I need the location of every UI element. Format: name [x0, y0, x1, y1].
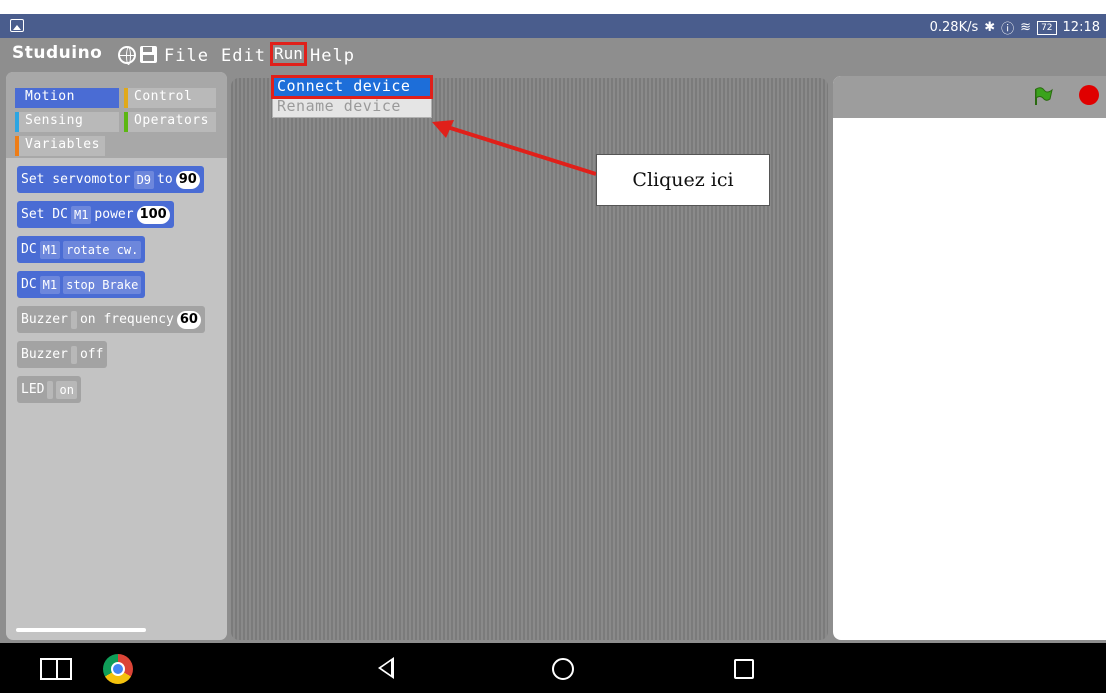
palette-scrollbar[interactable] [16, 628, 146, 632]
menu-help[interactable]: Help [310, 46, 355, 66]
block-text: DC [21, 277, 37, 292]
annotation-arrow [432, 120, 597, 176]
block-led[interactable]: LED on [17, 376, 81, 403]
block-buzzer-off[interactable]: Buzzer off [17, 341, 108, 368]
category-operators[interactable]: Operators [124, 112, 216, 132]
value-input[interactable]: 100 [136, 205, 170, 224]
block-dc-rotate[interactable]: DC M1 rotate cw. [17, 236, 146, 263]
alarm-icon: ⓘ [1001, 22, 1015, 37]
block-buzzer-on[interactable]: Buzzer on frequency 60 [17, 306, 205, 333]
menu-edit[interactable]: Edit [221, 46, 266, 66]
stage-panel [833, 76, 1106, 640]
block-text: DC [21, 242, 37, 257]
port-dropdown[interactable]: M1 [39, 275, 61, 294]
document-caption-fragment [0, 0, 1106, 14]
block-palette: Motion Control Sensing Operators Variabl… [6, 72, 227, 640]
category-control[interactable]: Control [124, 88, 216, 108]
category-variables[interactable]: Variables [15, 136, 105, 156]
chrome-icon[interactable] [103, 654, 133, 684]
studuino-app: Studuino File Edit Run Help Motion Contr… [0, 38, 1106, 643]
block-set-dc-power[interactable]: Set DC M1 power 100 [17, 201, 174, 228]
split-screen-icon[interactable] [40, 658, 72, 680]
category-motion[interactable]: Motion [15, 88, 119, 108]
block-text: Set DC [21, 207, 68, 222]
port-dropdown[interactable]: D9 [133, 170, 155, 189]
connect-device-item[interactable]: Connect device [271, 75, 433, 99]
studuino-logo: Studuino [12, 43, 103, 63]
block-text: on frequency [79, 312, 174, 327]
language-globe-icon[interactable] [118, 46, 136, 65]
gallery-notification-icon [10, 19, 24, 32]
block-set-servomotor[interactable]: Set servomotor D9 to 90 [17, 166, 204, 193]
block-dc-stop[interactable]: DC M1 stop Brake [17, 271, 146, 298]
wifi-icon: ≋ [1020, 20, 1032, 35]
block-text: LED [21, 382, 45, 397]
category-sensing[interactable]: Sensing [15, 112, 119, 132]
block-text: Set servomotor [21, 172, 131, 187]
block-text: to [157, 172, 173, 187]
overview-icon[interactable] [734, 659, 754, 679]
menu-file[interactable]: File [164, 46, 209, 66]
stop-mode-dropdown[interactable]: stop Brake [63, 275, 142, 294]
port-dropdown[interactable] [70, 345, 77, 364]
home-icon[interactable] [552, 658, 574, 680]
state-dropdown[interactable]: on [56, 380, 77, 399]
network-speed: 0.28K/s [929, 20, 979, 35]
battery-icon: 72 [1037, 20, 1057, 35]
stage-toolbar [833, 76, 1106, 118]
category-selector: Motion Control Sensing Operators Variabl… [6, 72, 227, 158]
save-icon[interactable] [140, 46, 157, 63]
port-dropdown[interactable] [47, 380, 54, 399]
green-flag-icon[interactable] [1033, 86, 1053, 106]
back-icon[interactable] [378, 657, 394, 679]
direction-dropdown[interactable]: rotate cw. [63, 240, 142, 259]
clock: 12:18 [1062, 20, 1100, 35]
android-status-bar: 0.28K/s ✱ ⓘ ≋ 72 12:18 [0, 14, 1106, 38]
block-text: Buzzer [21, 347, 68, 362]
menu-run[interactable]: Run [270, 42, 307, 66]
port-dropdown[interactable]: M1 [70, 205, 92, 224]
port-dropdown[interactable]: M1 [39, 240, 61, 259]
value-input[interactable]: 60 [176, 310, 201, 329]
block-text: off [79, 347, 104, 362]
block-text: Buzzer [21, 312, 68, 327]
bluetooth-icon: ✱ [984, 20, 996, 35]
run-menu-dropdown: Connect device Rename device [271, 75, 433, 118]
menu-bar: Studuino File Edit Run Help [0, 38, 1106, 72]
port-dropdown[interactable] [70, 310, 77, 329]
rename-device-item[interactable]: Rename device [273, 97, 431, 117]
block-text: power [94, 207, 134, 222]
annotation-callout: Cliquez ici [596, 154, 770, 206]
android-nav-bar [0, 643, 1106, 693]
value-input[interactable]: 90 [175, 170, 200, 189]
stop-icon[interactable] [1079, 85, 1099, 105]
